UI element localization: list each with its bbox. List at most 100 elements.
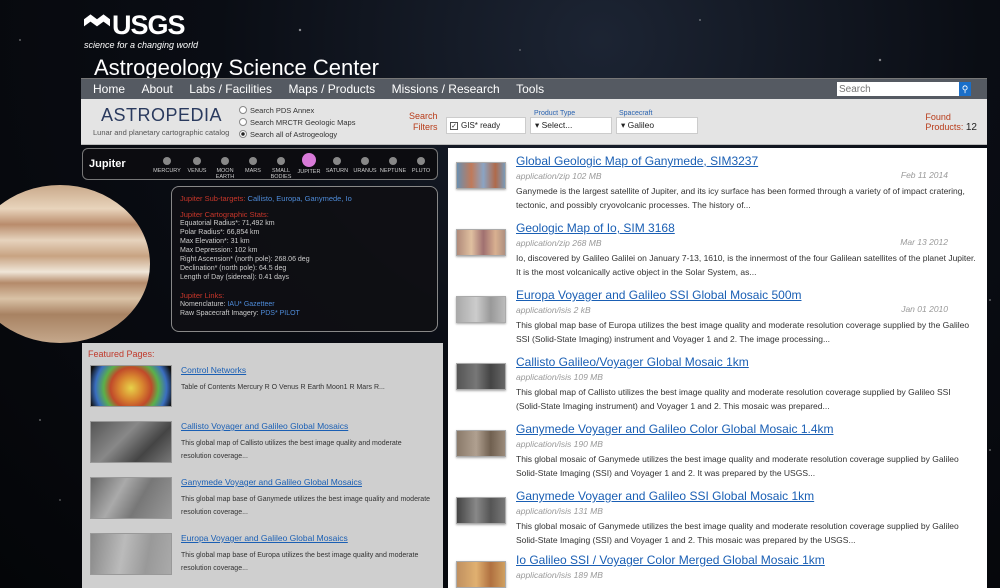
- stat-length-of-day: Length of Day (sidereal): 0.41 days: [180, 274, 289, 281]
- featured-thumbnail[interactable]: [90, 421, 172, 463]
- planet-mars[interactable]: MARS: [239, 151, 267, 174]
- result-title[interactable]: Ganymede Voyager and Galileo Color Globa…: [516, 422, 834, 436]
- result-thumbnail[interactable]: [456, 162, 506, 189]
- radio-mrctr[interactable]: Search MRCTR GeoIogic Maps: [239, 116, 355, 128]
- result-thumbnail[interactable]: [456, 497, 506, 524]
- result-meta: application/zip 268 MB: [516, 238, 602, 248]
- product-type-select[interactable]: ▾ Select...: [530, 117, 612, 134]
- result-meta: application/isis 190 MB: [516, 439, 603, 449]
- planet-selector-title: Jupiter: [89, 158, 126, 170]
- search-icon[interactable]: ⚲: [959, 82, 971, 96]
- planet-selector: Jupiter MERCURY VENUS MOON EARTH MARS SM…: [82, 148, 438, 180]
- result-desc: Io, discovered by Galileo Galilei on Jan…: [516, 253, 976, 277]
- search-input[interactable]: [837, 82, 959, 96]
- planet-moon-earth[interactable]: MOON EARTH: [211, 151, 239, 180]
- stat-equatorial-radius: Equatorial Radius*: 71,492 km: [180, 220, 275, 227]
- featured-desc: Table of Contents Mercury R O Venus R Ea…: [181, 384, 385, 391]
- search-scope-radios: Search PDS Annex Search MRCTR GeoIogic M…: [239, 104, 355, 140]
- featured-desc: This global map base of Europa utilizes …: [181, 552, 419, 572]
- result-date: Jan 01 2010: [901, 304, 948, 314]
- result-title[interactable]: Ganymede Voyager and Galileo SSI Global …: [516, 489, 814, 503]
- logo-text: USGS: [112, 10, 186, 40]
- results-list: Global Geologic Map of Ganymede, SIM3237…: [448, 148, 987, 588]
- planet-jupiter[interactable]: JUPITER: [295, 151, 323, 175]
- astropedia-logo[interactable]: ASTROPEDIA: [101, 105, 222, 126]
- result-meta: application/isis 109 MB: [516, 372, 603, 382]
- links-label: Jupiter Links:: [180, 291, 225, 300]
- result-title[interactable]: Global Geologic Map of Ganymede, SIM3237: [516, 154, 758, 168]
- nomenclature-links[interactable]: IAU* Gazetteer: [227, 301, 274, 308]
- result-meta: application/isis 131 MB: [516, 506, 603, 516]
- result-title[interactable]: Io Galileo SSI / Voyager Color Merged Gl…: [516, 553, 825, 567]
- planet-uranus[interactable]: URANUS: [351, 151, 379, 174]
- result-title[interactable]: Geologic Map of Io, SIM 3168: [516, 221, 675, 235]
- result-desc: Ganymede is the largest satellite of Jup…: [516, 186, 965, 210]
- nav-labs[interactable]: Labs / Facilities: [189, 79, 272, 99]
- result-meta: application/isis 2 kB: [516, 305, 591, 315]
- featured-desc: This global map of Callisto utilizes the…: [181, 440, 402, 460]
- featured-desc: This global map base of Ganymede utilize…: [181, 496, 431, 516]
- featured-link[interactable]: Callisto Voyager and Galileo Global Mosa…: [181, 421, 348, 431]
- result-meta: application/isis 189 MB: [516, 570, 603, 580]
- radio-pds-annex[interactable]: Search PDS Annex: [239, 104, 355, 116]
- planet-mercury[interactable]: MERCURY: [153, 151, 181, 174]
- stats-label: Jupiter Cartographic Stats:: [180, 210, 269, 219]
- result-desc: This global mosaic of Ganymede utilizes …: [516, 521, 959, 545]
- usgs-wave-icon: [84, 14, 110, 27]
- radio-all[interactable]: Search all of Astrogeology: [239, 128, 355, 140]
- subtargets-links[interactable]: Callisto, Europa, Ganymede, Io: [248, 194, 352, 203]
- subtargets-label: Jupiter Sub-targets:: [180, 194, 246, 203]
- product-type-label: Product Type: [534, 110, 576, 117]
- radio-icon: [239, 118, 247, 126]
- result-desc: This global mosaic of Ganymede utilizes …: [516, 454, 959, 478]
- featured-title: Featured Pages:: [88, 349, 155, 359]
- planet-small-bodies[interactable]: SMALL BODIES: [267, 151, 295, 180]
- astropedia-subtitle: Lunar and planetary cartographic catalog: [93, 128, 230, 137]
- radio-selected-icon: [239, 130, 247, 138]
- stat-declination: Declination* (north pole): 64.5 deg: [180, 265, 287, 272]
- result-meta: application/zip 102 MB: [516, 171, 602, 181]
- planet-saturn[interactable]: SATURN: [323, 151, 351, 174]
- result-desc: This global map base of Europa utilizes …: [516, 320, 970, 344]
- result-desc: This global map of Callisto utilizes the…: [516, 387, 951, 411]
- featured-link[interactable]: Europa Voyager and Galileo Global Mosaic…: [181, 533, 348, 543]
- spacecraft-select[interactable]: ▾ Galileo: [616, 117, 698, 134]
- search-filters-label: Search Filters: [409, 111, 438, 132]
- result-thumbnail[interactable]: [456, 296, 506, 323]
- logo-tagline: science for a changing world: [84, 40, 199, 50]
- featured-pages: Featured Pages: Control Networks Table o…: [82, 343, 443, 588]
- gis-ready-checkbox[interactable]: ✓ GIS* ready: [446, 117, 526, 134]
- result-title[interactable]: Callisto Galileo/Voyager Global Mosaic 1…: [516, 355, 749, 369]
- nav-missions[interactable]: Missions / Research: [392, 79, 500, 99]
- featured-thumbnail[interactable]: [90, 477, 172, 519]
- result-date: Feb 11 2014: [900, 170, 948, 180]
- planet-neptune[interactable]: NEPTUNE: [379, 151, 407, 174]
- stat-polar-radius: Polar Radius*: 66,854 km: [180, 229, 260, 236]
- planet-pluto[interactable]: PLUTO: [407, 151, 435, 174]
- featured-link[interactable]: Control Networks: [181, 365, 246, 375]
- result-thumbnail[interactable]: [456, 430, 506, 457]
- result-thumbnail[interactable]: [456, 363, 506, 390]
- result-date: Mar 13 2012: [900, 237, 948, 247]
- result-title[interactable]: Europa Voyager and Galileo SSI Global Mo…: [516, 288, 802, 302]
- nav-maps[interactable]: Maps / Products: [288, 79, 375, 99]
- planet-venus[interactable]: VENUS: [183, 151, 211, 174]
- featured-link[interactable]: Ganymede Voyager and Galileo Global Mosa…: [181, 477, 362, 487]
- stat-max-elevation: Max Elevation*: 31 km: [180, 238, 250, 245]
- planet-info-panel: Jupiter Sub-targets: Callisto, Europa, G…: [171, 186, 438, 332]
- stat-right-ascension: Right Ascension* (north pole): 268.06 de…: [180, 256, 310, 263]
- nav-about[interactable]: About: [141, 79, 172, 99]
- nav-home[interactable]: Home: [93, 79, 125, 99]
- result-thumbnail[interactable]: [456, 229, 506, 256]
- filter-bar: ASTROPEDIA Lunar and planetary cartograp…: [81, 99, 987, 145]
- nav-tools[interactable]: Tools: [516, 79, 544, 99]
- featured-thumbnail[interactable]: [90, 533, 172, 575]
- usgs-logo[interactable]: USGS science for a changing world: [84, 10, 198, 52]
- spacecraft-label: Spacecraft: [619, 110, 653, 117]
- result-thumbnail[interactable]: [456, 561, 506, 588]
- raw-imagery-links[interactable]: PDS* PILOT: [261, 310, 300, 317]
- checkbox-icon: ✓: [450, 121, 458, 130]
- found-count: Found Products: 12: [925, 112, 977, 133]
- main-nav: Home About Labs / Facilities Maps / Prod…: [81, 78, 987, 99]
- featured-thumbnail[interactable]: [90, 365, 172, 407]
